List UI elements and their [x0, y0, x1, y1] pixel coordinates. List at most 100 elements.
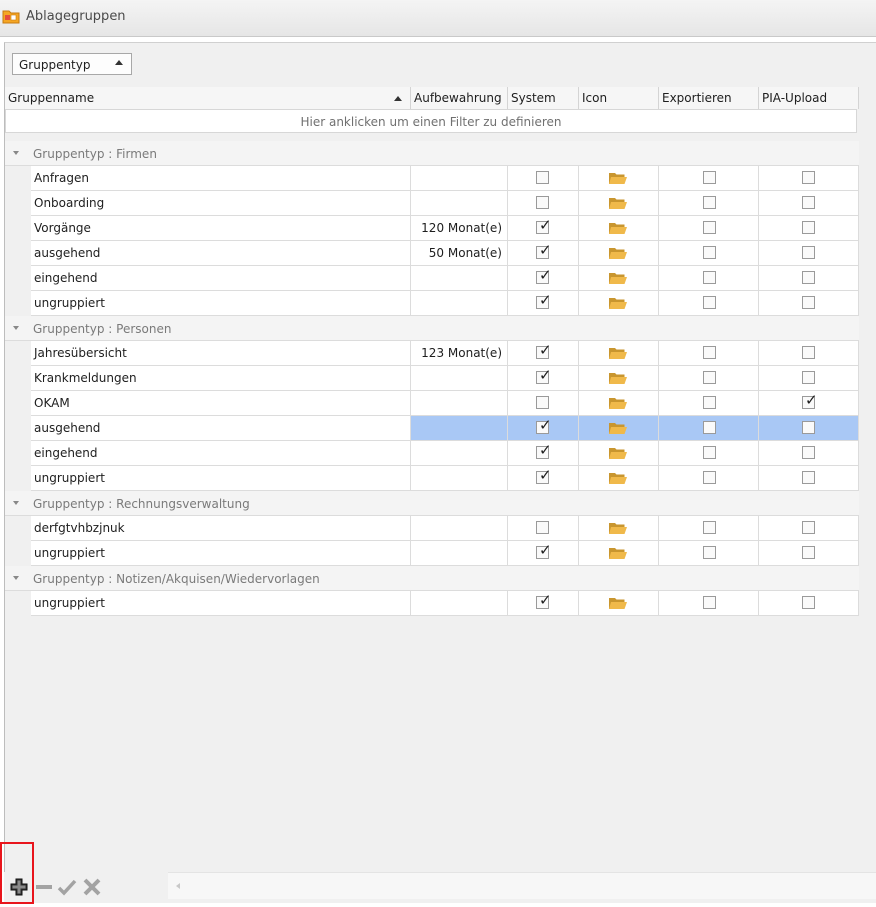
- cell-gruppenname[interactable]: OKAM: [31, 391, 411, 415]
- cell-gruppenname[interactable]: eingehend: [31, 266, 411, 290]
- cell-icon[interactable]: [579, 266, 659, 290]
- cell-aufbewahrung[interactable]: [411, 416, 508, 440]
- checkbox-unchecked[interactable]: [703, 521, 716, 534]
- cell-icon[interactable]: [579, 516, 659, 540]
- checkbox-checked[interactable]: ✓: [536, 343, 552, 359]
- checkbox-checked[interactable]: ✓: [536, 268, 552, 284]
- cell-icon[interactable]: [579, 191, 659, 215]
- cell-aufbewahrung[interactable]: [411, 591, 508, 615]
- checkbox-checked[interactable]: ✓: [536, 543, 552, 559]
- table-row[interactable]: ungruppiert ✓: [31, 591, 859, 616]
- header-pia-upload[interactable]: PIA-Upload: [759, 87, 859, 109]
- group-row[interactable]: Gruppentyp : Firmen: [5, 141, 859, 166]
- checkbox-unchecked[interactable]: [703, 421, 716, 434]
- cell-aufbewahrung[interactable]: 120 Monat(e): [411, 216, 508, 240]
- checkmark-icon[interactable]: [56, 876, 78, 898]
- checkbox-unchecked[interactable]: [703, 396, 716, 409]
- cell-gruppenname[interactable]: ungruppiert: [31, 466, 411, 490]
- table-row[interactable]: ungruppiert ✓: [31, 291, 859, 316]
- checkbox-unchecked[interactable]: [703, 346, 716, 359]
- cell-aufbewahrung[interactable]: [411, 191, 508, 215]
- checkbox-unchecked[interactable]: [703, 596, 716, 609]
- checkbox-unchecked[interactable]: [703, 446, 716, 459]
- checkbox-unchecked[interactable]: [536, 171, 549, 184]
- header-exportieren[interactable]: Exportieren: [659, 87, 759, 109]
- table-row[interactable]: Vorgänge 120 Monat(e) ✓: [31, 216, 859, 241]
- header-icon[interactable]: Icon: [579, 87, 659, 109]
- checkbox-unchecked[interactable]: [703, 546, 716, 559]
- cell-icon[interactable]: [579, 241, 659, 265]
- cell-aufbewahrung[interactable]: 50 Monat(e): [411, 241, 508, 265]
- collapse-arrow-icon[interactable]: [13, 151, 19, 155]
- cell-icon[interactable]: [579, 466, 659, 490]
- checkbox-unchecked[interactable]: [802, 421, 815, 434]
- horizontal-scrollbar[interactable]: [168, 872, 876, 899]
- cell-aufbewahrung[interactable]: [411, 266, 508, 290]
- checkbox-checked[interactable]: ✓: [536, 368, 552, 384]
- checkbox-checked[interactable]: ✓: [802, 393, 818, 409]
- cell-aufbewahrung[interactable]: [411, 441, 508, 465]
- cell-aufbewahrung[interactable]: 123 Monat(e): [411, 341, 508, 365]
- checkbox-unchecked[interactable]: [802, 346, 815, 359]
- cell-icon[interactable]: [579, 541, 659, 565]
- checkbox-unchecked[interactable]: [536, 521, 549, 534]
- header-gruppenname[interactable]: Gruppenname: [5, 87, 411, 109]
- cell-icon[interactable]: [579, 441, 659, 465]
- table-row[interactable]: OKAM ✓: [31, 391, 859, 416]
- x-icon[interactable]: [81, 876, 103, 898]
- cell-gruppenname[interactable]: ungruppiert: [31, 291, 411, 315]
- checkbox-unchecked[interactable]: [703, 171, 716, 184]
- table-row[interactable]: Anfragen: [31, 166, 859, 191]
- group-row[interactable]: Gruppentyp : Notizen/Akquisen/Wiedervorl…: [5, 566, 859, 591]
- cell-icon[interactable]: [579, 341, 659, 365]
- cell-gruppenname[interactable]: Krankmeldungen: [31, 366, 411, 390]
- collapse-arrow-icon[interactable]: [13, 576, 19, 580]
- cell-gruppenname[interactable]: ungruppiert: [31, 591, 411, 615]
- checkbox-unchecked[interactable]: [802, 446, 815, 459]
- checkbox-unchecked[interactable]: [536, 196, 549, 209]
- cell-icon[interactable]: [579, 166, 659, 190]
- cell-aufbewahrung[interactable]: [411, 516, 508, 540]
- checkbox-unchecked[interactable]: [703, 196, 716, 209]
- checkbox-unchecked[interactable]: [802, 296, 815, 309]
- cell-gruppenname[interactable]: ausgehend: [31, 416, 411, 440]
- cell-gruppenname[interactable]: eingehend: [31, 441, 411, 465]
- checkbox-unchecked[interactable]: [703, 371, 716, 384]
- checkbox-unchecked[interactable]: [703, 221, 716, 234]
- checkbox-checked[interactable]: ✓: [536, 418, 552, 434]
- cell-icon[interactable]: [579, 591, 659, 615]
- filter-row[interactable]: Hier anklicken um einen Filter zu defini…: [5, 109, 857, 133]
- checkbox-unchecked[interactable]: [802, 371, 815, 384]
- cell-aufbewahrung[interactable]: [411, 291, 508, 315]
- checkbox-unchecked[interactable]: [536, 396, 549, 409]
- scroll-left-icon[interactable]: [176, 883, 180, 889]
- checkbox-checked[interactable]: ✓: [536, 218, 552, 234]
- cell-gruppenname[interactable]: ausgehend: [31, 241, 411, 265]
- checkbox-unchecked[interactable]: [802, 246, 815, 259]
- cell-icon[interactable]: [579, 216, 659, 240]
- checkbox-unchecked[interactable]: [802, 221, 815, 234]
- cell-gruppenname[interactable]: Vorgänge: [31, 216, 411, 240]
- table-row[interactable]: eingehend ✓: [31, 441, 859, 466]
- cell-icon[interactable]: [579, 391, 659, 415]
- header-aufbewahrung[interactable]: Aufbewahrung: [411, 87, 508, 109]
- table-row[interactable]: ungruppiert ✓: [31, 466, 859, 491]
- collapse-arrow-icon[interactable]: [13, 326, 19, 330]
- checkbox-checked[interactable]: ✓: [536, 593, 552, 609]
- cell-aufbewahrung[interactable]: [411, 466, 508, 490]
- cell-gruppenname[interactable]: Jahresübersicht: [31, 341, 411, 365]
- table-row[interactable]: Krankmeldungen ✓: [31, 366, 859, 391]
- table-row[interactable]: derfgtvhbzjnuk: [31, 516, 859, 541]
- checkbox-unchecked[interactable]: [802, 521, 815, 534]
- checkbox-checked[interactable]: ✓: [536, 468, 552, 484]
- table-row[interactable]: ungruppiert ✓: [31, 541, 859, 566]
- checkbox-unchecked[interactable]: [802, 196, 815, 209]
- checkbox-unchecked[interactable]: [802, 271, 815, 284]
- table-row[interactable]: ausgehend 50 Monat(e) ✓: [31, 241, 859, 266]
- checkbox-unchecked[interactable]: [703, 271, 716, 284]
- checkbox-unchecked[interactable]: [802, 546, 815, 559]
- cell-aufbewahrung[interactable]: [411, 366, 508, 390]
- cell-gruppenname[interactable]: Anfragen: [31, 166, 411, 190]
- table-row[interactable]: eingehend ✓: [31, 266, 859, 291]
- checkbox-checked[interactable]: ✓: [536, 243, 552, 259]
